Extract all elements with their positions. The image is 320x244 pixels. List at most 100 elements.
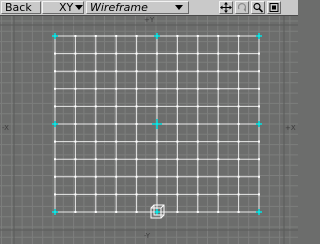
mesh-vertex	[196, 193, 199, 196]
mesh-vertex	[74, 175, 77, 178]
mesh-vertex	[176, 87, 179, 90]
mesh-vertex	[135, 52, 138, 55]
viewport-svg	[0, 16, 298, 244]
mesh-vertex	[176, 52, 179, 55]
mesh-vertex	[258, 105, 260, 108]
mesh-vertex	[237, 105, 240, 108]
mesh-vertex	[135, 211, 138, 213]
mesh-vertex	[115, 35, 118, 37]
mesh-vertex	[74, 123, 77, 125]
mesh-vertex	[196, 35, 199, 37]
mesh-vertex	[176, 158, 179, 161]
mesh-vertex	[176, 211, 179, 213]
mesh-vertex	[237, 175, 240, 178]
mesh-vertex	[115, 175, 118, 178]
mesh-vertex	[196, 52, 199, 55]
mesh-vertex	[237, 211, 240, 213]
view-select-label: Back	[5, 1, 32, 14]
mesh-vertex	[74, 158, 77, 161]
mesh-vertex	[258, 140, 260, 143]
axis-select[interactable]: XY	[42, 1, 84, 14]
mesh-vertex	[94, 211, 97, 213]
mesh-vertex	[94, 70, 97, 73]
mesh-vertex	[54, 87, 56, 90]
mesh-vertex	[217, 193, 220, 196]
mesh-vertex	[237, 87, 240, 90]
viewport-canvas[interactable]: +Y -Y -X +X	[0, 16, 298, 244]
mesh-vertex	[176, 193, 179, 196]
mesh-vertex	[176, 175, 179, 178]
mesh-vertex	[217, 70, 220, 73]
axis-mark-right: +X	[285, 124, 296, 132]
mesh-vertex	[135, 140, 138, 143]
mesh-vertex	[135, 175, 138, 178]
mesh-vertex	[237, 52, 240, 55]
mesh-vertex	[115, 211, 118, 213]
mesh-vertex	[54, 140, 56, 143]
mesh-vertex	[74, 70, 77, 73]
mesh-vertex	[176, 35, 179, 37]
mesh-vertex	[94, 158, 97, 161]
mesh-vertex	[258, 175, 260, 178]
mesh-vertex	[258, 158, 260, 161]
rotate-icon[interactable]	[235, 1, 249, 14]
mesh-vertex	[217, 175, 220, 178]
mesh-vertex	[156, 105, 158, 108]
mesh-vertex	[54, 158, 56, 161]
mesh-vertex	[115, 105, 118, 108]
mesh-vertex	[156, 175, 158, 178]
mesh-vertex	[237, 158, 240, 161]
mesh-vertex	[196, 123, 199, 125]
mesh-vertex	[135, 70, 138, 73]
mesh-vertex	[196, 105, 199, 108]
mesh-vertex	[217, 123, 220, 125]
zoom-icon[interactable]	[251, 1, 265, 14]
axis-mark-left: -X	[2, 124, 9, 132]
background-grid	[0, 16, 298, 244]
mesh-vertex	[156, 158, 158, 161]
mesh-vertex	[115, 123, 118, 125]
move-icon[interactable]	[219, 1, 233, 14]
mode-select-label: Wireframe	[90, 1, 148, 14]
mesh-vertex	[196, 70, 199, 73]
mesh-vertex	[156, 70, 158, 73]
mesh-vertex	[115, 158, 118, 161]
axis-mark-top: +Y	[144, 16, 155, 24]
mesh-vertex	[74, 87, 77, 90]
mesh-vertex	[135, 35, 138, 37]
axis-select-label: XY	[59, 1, 74, 14]
mesh-vertex	[115, 52, 118, 55]
mesh-vertex	[94, 123, 97, 125]
mesh-vertex	[258, 70, 260, 73]
chevron-down-icon	[75, 5, 83, 10]
mesh-vertex	[135, 158, 138, 161]
view-select[interactable]: Back	[1, 1, 41, 14]
mesh-vertex	[135, 193, 138, 196]
axis-mark-bottom: -Y	[144, 232, 150, 240]
mesh-vertex	[237, 140, 240, 143]
mesh-vertex	[94, 87, 97, 90]
mesh-vertex	[258, 87, 260, 90]
mesh-vertex	[94, 175, 97, 178]
mesh-vertex	[74, 35, 77, 37]
mesh-vertex	[74, 105, 77, 108]
mesh-vertex	[258, 193, 260, 196]
mesh-vertex	[94, 35, 97, 37]
mesh-vertex	[135, 105, 138, 108]
mesh-vertex	[176, 105, 179, 108]
mesh-vertex	[176, 140, 179, 143]
mesh-vertex	[54, 105, 56, 108]
mesh-vertex	[74, 211, 77, 213]
mesh-vertex	[217, 211, 220, 213]
mesh-vertex	[135, 123, 138, 125]
mesh-vertex	[196, 211, 199, 213]
mesh-vertex	[196, 175, 199, 178]
mesh-vertex	[94, 140, 97, 143]
mesh-vertex	[237, 193, 240, 196]
mesh-vertex	[54, 175, 56, 178]
mode-select[interactable]: Wireframe	[86, 1, 189, 14]
mesh-vertex	[115, 70, 118, 73]
maximize-icon[interactable]	[267, 1, 281, 14]
mesh-vertex	[217, 87, 220, 90]
mesh-vertex	[176, 123, 179, 125]
